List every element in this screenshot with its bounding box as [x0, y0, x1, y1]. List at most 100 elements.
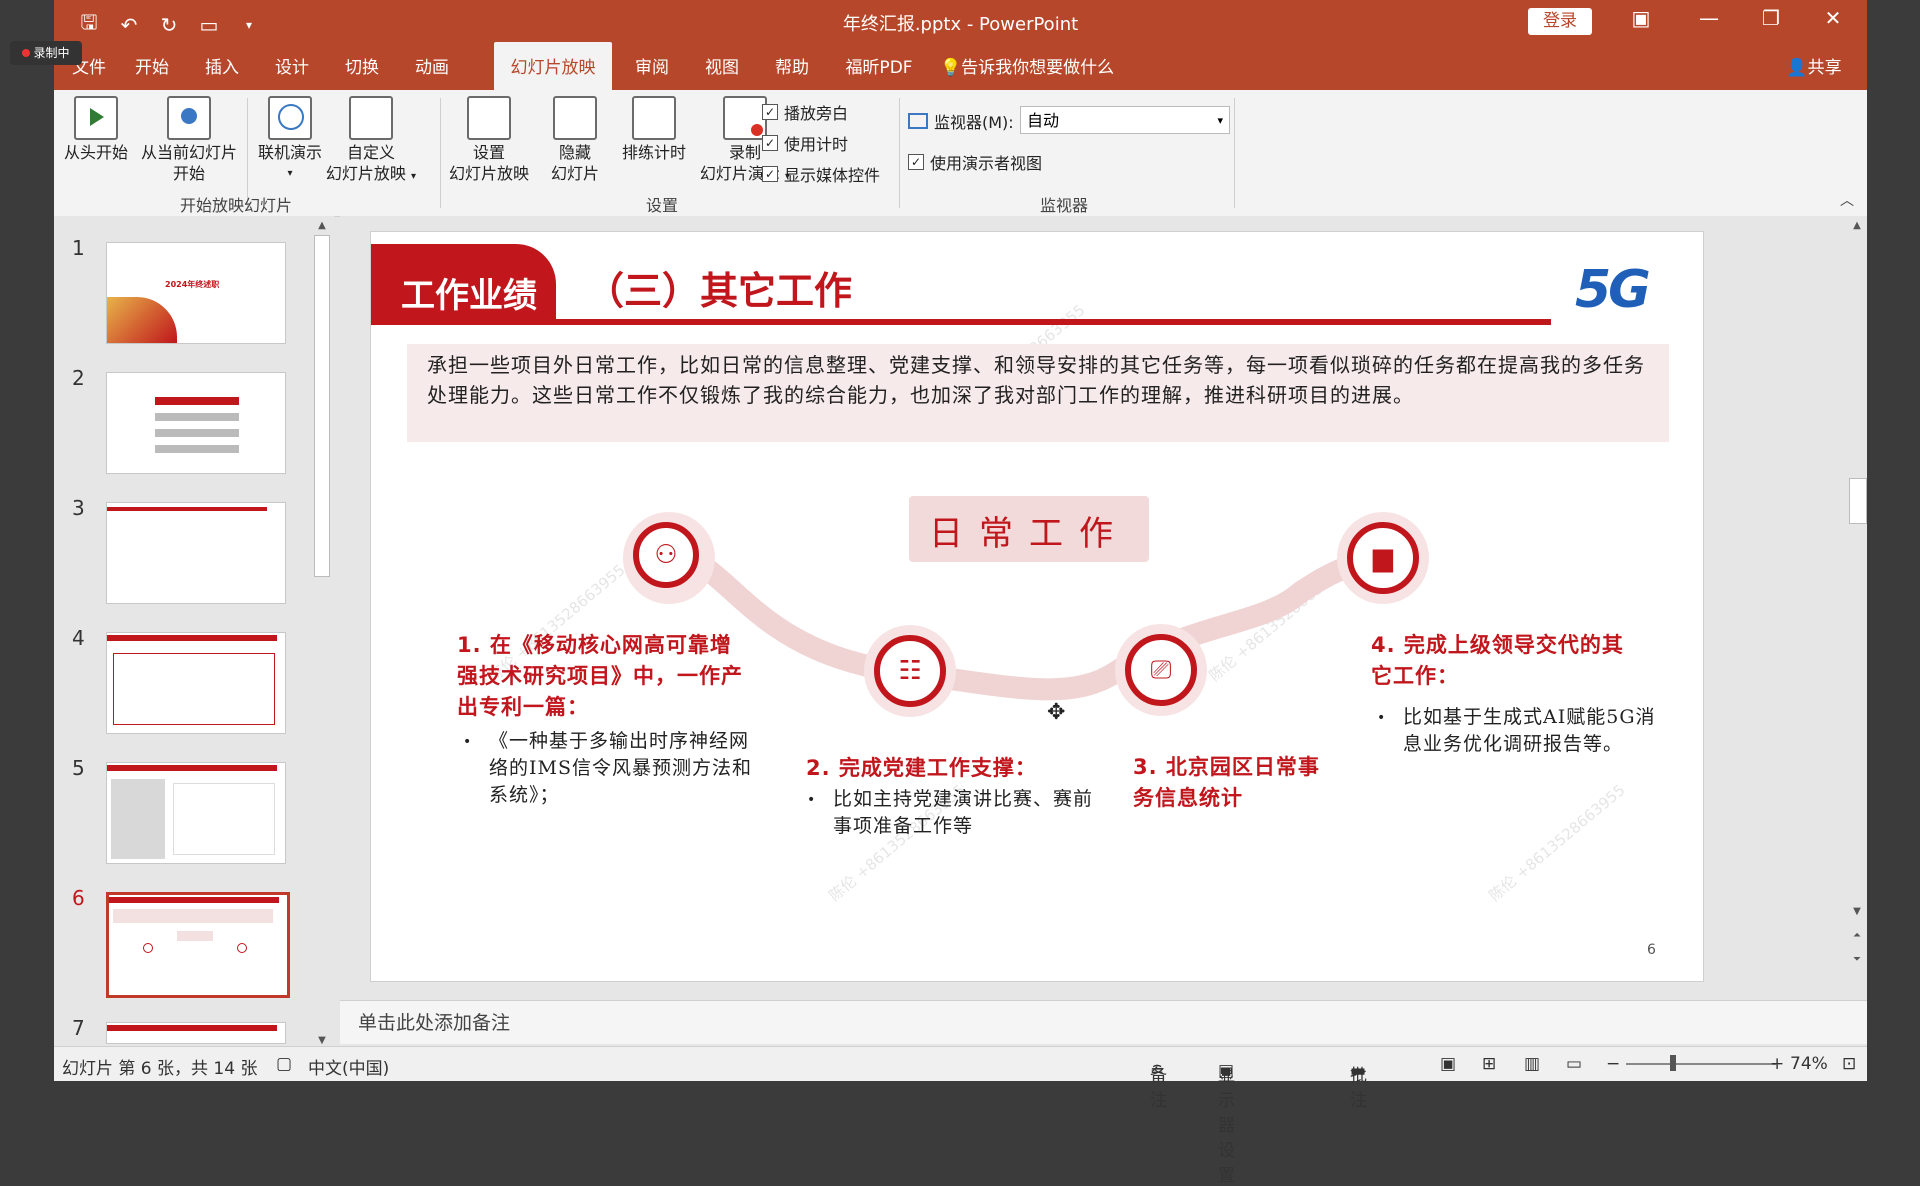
- checkbox-checked-icon: ✓: [762, 166, 778, 182]
- hide-slide-button[interactable]: 隐藏 幻灯片: [540, 96, 610, 184]
- setup-slideshow-button[interactable]: 设置 幻灯片放映: [434, 96, 544, 184]
- slide-thumbnail-2[interactable]: [106, 372, 286, 474]
- scroll-up-icon[interactable]: ▲: [1847, 220, 1867, 231]
- tab-animations[interactable]: 动画: [404, 42, 460, 90]
- checkbox-checked-icon: ✓: [762, 135, 778, 151]
- slide-canvas[interactable]: 陈伦 +8613528663955 陈伦 +8613528663955 陈伦 +…: [370, 231, 1704, 982]
- item4-title: 4. 完成上级领导交代的其它工作：: [1371, 633, 1624, 688]
- team-icon: ⚇: [633, 522, 699, 588]
- login-button[interactable]: 登录: [1528, 8, 1592, 35]
- close-icon[interactable]: ✕: [1818, 6, 1848, 30]
- custom-show-icon: [349, 96, 393, 140]
- scroll-down-icon[interactable]: ▼: [1847, 906, 1867, 917]
- thumbnail-scrollbar[interactable]: ▲ ▼: [312, 220, 332, 1046]
- group-label-start: 开始放映幻灯片: [180, 196, 293, 215]
- meeting-icon: ☷: [874, 635, 946, 707]
- slide-thumbnail-1[interactable]: 2024年终述职: [106, 242, 286, 344]
- presenter-view-checkbox[interactable]: ✓ 使用演示者视图: [908, 150, 1042, 174]
- record-icon: [723, 96, 767, 140]
- scroll-up-icon[interactable]: ▲: [312, 220, 332, 231]
- scroll-thumb[interactable]: [314, 235, 330, 577]
- slideshow-view-icon[interactable]: ▭: [1566, 1054, 1582, 1074]
- move-cursor-icon: ✥: [1047, 700, 1066, 725]
- tab-slideshow[interactable]: 幻灯片放映: [494, 42, 612, 90]
- ribbon-display-icon[interactable]: ▣: [1626, 6, 1656, 30]
- next-slide-icon[interactable]: ⏷: [1847, 954, 1867, 965]
- monitor-select[interactable]: 自动 ▾: [1020, 106, 1230, 134]
- status-bar: 幻灯片 第 6 张，共 14 张 ▢ 中文(中国) ≘ 备注 ▣ 显示器设置 ▬ …: [54, 1046, 1867, 1186]
- chevron-down-icon: ▾: [411, 171, 417, 182]
- monitor-label: 监视器(M):: [908, 109, 1014, 133]
- stopwatch-icon: [632, 96, 676, 140]
- presentation-icon: ⎚: [1125, 634, 1197, 706]
- show-media-controls-checkbox[interactable]: ✓ 显示媒体控件: [762, 162, 880, 186]
- item4-body: 比如基于生成式AI赋能5G消息业务优化调研报告等。: [1403, 706, 1656, 755]
- tab-home[interactable]: 开始: [124, 42, 180, 90]
- bullet-icon: •: [463, 734, 472, 750]
- tell-me-box[interactable]: 💡告诉我你想要做什么: [940, 42, 1140, 90]
- page-number: 6: [1647, 942, 1656, 958]
- from-start-button[interactable]: 从头开始: [56, 96, 136, 163]
- slide-thumbnail-5[interactable]: [106, 762, 286, 864]
- bullet-icon: •: [1377, 710, 1386, 726]
- window-title: 年终汇报.pptx - PowerPoint: [842, 14, 1079, 35]
- slide-sorter-icon[interactable]: ⊞: [1482, 1054, 1496, 1074]
- language-indicator[interactable]: 中文(中国): [308, 1054, 389, 1079]
- zoom-level[interactable]: 74%: [1790, 1054, 1828, 1074]
- tab-design[interactable]: 设计: [264, 42, 320, 90]
- slide-thumbnail-3[interactable]: [106, 502, 286, 604]
- slide-thumbnail-7[interactable]: [106, 1022, 286, 1044]
- group-label-monitor: 监视器: [1040, 196, 1089, 215]
- tab-review[interactable]: 审阅: [624, 42, 680, 90]
- notes-pane[interactable]: 单击此处添加备注: [340, 1000, 1867, 1044]
- share-button[interactable]: 👤共享: [1779, 42, 1849, 90]
- group-label-setup: 设置: [646, 196, 679, 215]
- normal-view-icon[interactable]: ▣: [1440, 1054, 1456, 1074]
- from-current-button[interactable]: 从当前幻灯片 开始: [134, 96, 244, 184]
- thumb-number-selected: 6: [72, 886, 85, 910]
- scroll-down-icon[interactable]: ▼: [312, 1035, 332, 1046]
- scroll-thumb[interactable]: [1849, 478, 1867, 524]
- chevron-down-icon: ▾: [1217, 114, 1223, 127]
- slide-thumbnails-pane: 1 2024年终述职 2 3 4 5 6 7 ▲ ▼: [54, 216, 334, 1046]
- checkbox-checked-icon: ✓: [762, 104, 778, 120]
- item3-title: 3. 北京园区日常事务信息统计: [1133, 755, 1320, 810]
- globe-icon: [268, 96, 312, 140]
- custom-slideshow-button[interactable]: 自定义 幻灯片放映 ▾: [316, 96, 426, 187]
- zoom-in-icon[interactable]: +: [1770, 1054, 1784, 1074]
- use-timings-checkbox[interactable]: ✓ 使用计时: [762, 131, 848, 155]
- reading-view-icon[interactable]: ▥: [1524, 1054, 1540, 1074]
- person-icon: 👤: [1786, 58, 1808, 78]
- monitor-icon: [908, 113, 928, 129]
- fit-slide-icon[interactable]: ⊡: [1842, 1054, 1856, 1074]
- spellcheck-icon[interactable]: ▢: [276, 1054, 292, 1074]
- recording-badge: 录制中: [10, 41, 82, 65]
- ribbon-tabs: 文件 开始 插入 设计 切换 动画 幻灯片放映 审阅 视图 帮助 福昕PDF 💡…: [54, 42, 1867, 90]
- flow-curve: [660, 541, 1394, 701]
- zoom-out-icon[interactable]: −: [1606, 1054, 1620, 1074]
- zoom-slider[interactable]: [1626, 1063, 1776, 1065]
- zoom-slider-thumb[interactable]: [1670, 1055, 1676, 1071]
- tab-view[interactable]: 视图: [694, 42, 750, 90]
- rehearse-timings-button[interactable]: 排练计时: [614, 96, 694, 163]
- collapse-ribbon-icon[interactable]: ︿: [1840, 190, 1854, 210]
- recording-dot-icon: [22, 49, 31, 57]
- play-narration-checkbox[interactable]: ✓ 播放旁白: [762, 100, 848, 124]
- minimize-icon[interactable]: —: [1694, 6, 1724, 30]
- prev-slide-icon[interactable]: ⏶: [1847, 930, 1867, 941]
- tab-insert[interactable]: 插入: [194, 42, 250, 90]
- tab-help[interactable]: 帮助: [764, 42, 820, 90]
- ribbon-separator: [899, 98, 900, 208]
- slide-scrollbar[interactable]: ▲ ▼ ⏶ ⏷: [1847, 220, 1867, 980]
- slide-thumbnail-4[interactable]: [106, 632, 286, 734]
- thumb-number: 4: [72, 626, 85, 650]
- ribbon-slideshow: 从头开始 从当前幻灯片 开始 联机演示 ▾ 自定义 幻灯片放映 ▾ 开始放映幻灯…: [54, 90, 1867, 217]
- slide-thumbnail-6[interactable]: [106, 892, 290, 998]
- restore-icon[interactable]: ❐: [1756, 6, 1786, 30]
- setup-icon: [467, 96, 511, 140]
- thumb-number: 7: [72, 1016, 85, 1040]
- bullet-icon: •: [807, 792, 816, 808]
- tab-transitions[interactable]: 切换: [334, 42, 390, 90]
- tab-foxit-pdf[interactable]: 福昕PDF: [834, 42, 924, 90]
- lightbulb-icon: 💡: [940, 58, 962, 78]
